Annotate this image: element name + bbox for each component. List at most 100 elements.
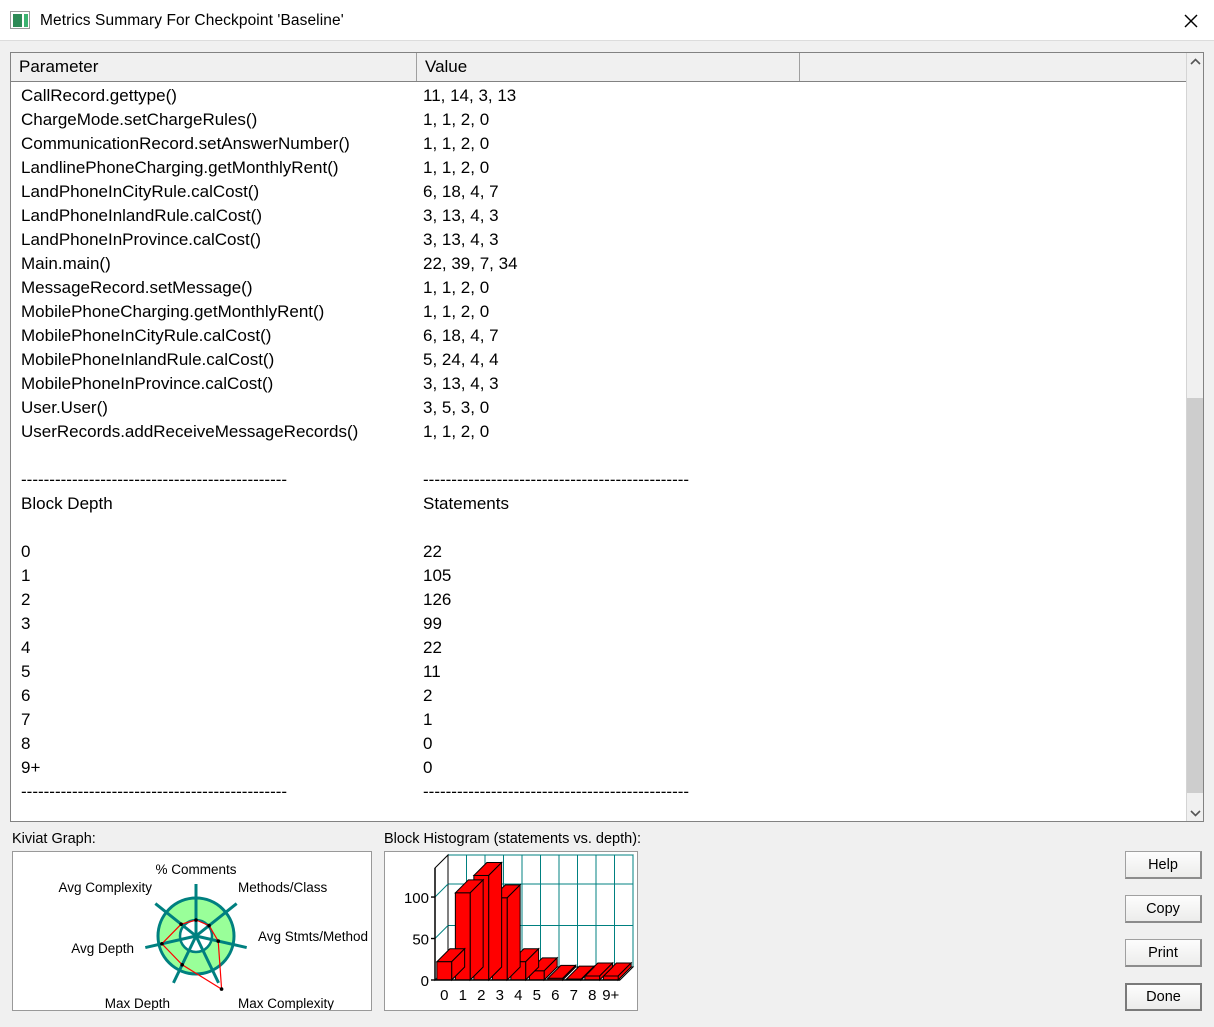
copy-button[interactable]: Copy xyxy=(1125,895,1202,923)
section-separator: ----------------------------------------… xyxy=(423,782,690,801)
statements-header: Statements xyxy=(423,494,509,513)
block-statements-value: 1 xyxy=(423,710,433,729)
metric-parameter: LandPhoneInProvince.calCost() xyxy=(21,230,262,249)
metric-value: 6, 18, 4, 7 xyxy=(423,182,499,201)
section-separator: ----------------------------------------… xyxy=(423,470,690,489)
metrics-report-panel[interactable]: Parameter Value CallRecord.gettype() 11, … xyxy=(10,52,1204,822)
histogram-x-tick-label: 0 xyxy=(440,987,448,1004)
block-depth-value: 1 xyxy=(21,566,31,585)
kiviat-axis-label: Methods/Class xyxy=(238,880,328,895)
metric-parameter: User.User() xyxy=(21,398,108,417)
kiviat-series-point xyxy=(219,987,224,991)
metric-value: 3, 13, 4, 3 xyxy=(423,230,499,249)
close-icon[interactable] xyxy=(1168,0,1214,41)
kiviat-series-point xyxy=(216,939,221,943)
metric-value: 22, 39, 7, 34 xyxy=(423,254,518,273)
histogram-x-tick-label: 1 xyxy=(459,987,467,1004)
metrics-window-icon xyxy=(10,11,30,29)
kiviat-axis-label: Max Complexity xyxy=(238,996,334,1010)
metric-parameter: CallRecord.gettype() xyxy=(21,86,177,105)
section-separator: ----------------------------------------… xyxy=(21,782,288,801)
kiviat-axis-label: Avg Stmts/Method xyxy=(258,929,368,944)
done-button[interactable]: Done xyxy=(1125,983,1202,1011)
block-depth-value: 9+ xyxy=(21,758,41,777)
block-statements-value: 11 xyxy=(423,662,441,681)
column-header-value[interactable]: Value xyxy=(417,53,800,81)
window-title: Metrics Summary For Checkpoint 'Baseline… xyxy=(40,11,344,29)
block-statements-value: 22 xyxy=(423,638,442,657)
metric-value: 3, 13, 4, 3 xyxy=(423,206,499,225)
metric-value: 1, 1, 2, 0 xyxy=(423,158,490,177)
kiviat-series-point xyxy=(207,923,211,928)
help-button[interactable]: Help xyxy=(1125,851,1202,879)
title-bar: Metrics Summary For Checkpoint 'Baseline… xyxy=(0,0,1214,41)
kiviat-series-point xyxy=(179,922,183,926)
chevron-up-icon[interactable] xyxy=(1187,53,1203,70)
section-separator: ----------------------------------------… xyxy=(21,470,288,489)
metric-parameter: UserRecords.addReceiveMessageRecords() xyxy=(21,422,359,441)
metric-value: 5, 24, 4, 4 xyxy=(423,350,499,369)
kiviat-axis-label: % Comments xyxy=(155,862,236,877)
metric-parameter: MobilePhoneInCityRule.calCost() xyxy=(21,326,272,345)
block-statements-value: 126 xyxy=(423,590,452,609)
metric-parameter: MobilePhoneCharging.getMonthlyRent() xyxy=(21,302,325,321)
metric-parameter: MobilePhoneInProvince.calCost() xyxy=(21,374,274,393)
kiviat-graph-label: Kiviat Graph: xyxy=(12,831,96,847)
block-statements-value: 99 xyxy=(423,614,442,633)
report-column-headers: Parameter Value xyxy=(11,53,1186,82)
block-statements-value: 0 xyxy=(423,734,433,753)
histogram-x-tick-label: 6 xyxy=(551,987,559,1004)
block-histogram-label: Block Histogram (statements vs. depth): xyxy=(384,831,642,847)
metric-parameter: LandPhoneInCityRule.calCost() xyxy=(21,182,260,201)
block-depth-value: 2 xyxy=(21,590,31,609)
metric-parameter: LandlinePhoneCharging.getMonthlyRent() xyxy=(21,158,339,177)
kiviat-series-point xyxy=(180,962,184,967)
kiviat-axis-label: Avg Depth xyxy=(71,941,134,956)
histogram-x-tick-label: 2 xyxy=(477,987,485,1004)
scrollbar-thumb[interactable] xyxy=(1187,398,1203,793)
chevron-down-icon[interactable] xyxy=(1187,804,1203,821)
block-depth-value: 7 xyxy=(21,710,31,729)
block-depth-value: 8 xyxy=(21,734,31,753)
histogram-x-tick-label: 7 xyxy=(570,987,578,1004)
metric-parameter: Main.main() xyxy=(21,254,111,273)
histogram-y-tick-label: 100 xyxy=(404,890,429,907)
report-body: CallRecord.gettype() 11, 14, 3, 13 ChargeM… xyxy=(11,82,1186,821)
histogram-y-tick-label: 50 xyxy=(412,932,429,949)
histogram-y-tick-label: 0 xyxy=(421,973,429,990)
metric-parameter: MessageRecord.setMessage() xyxy=(21,278,253,297)
block-statements-value: 22 xyxy=(423,542,442,561)
block-depth-value: 0 xyxy=(21,542,31,561)
histogram-x-tick-label: 3 xyxy=(496,987,504,1004)
histogram-x-tick-label: 9+ xyxy=(602,987,619,1004)
block-depth-value: 5 xyxy=(21,662,31,681)
block-statements-value: 2 xyxy=(423,686,433,705)
metric-value: 1, 1, 2, 0 xyxy=(423,422,490,441)
kiviat-series-point xyxy=(194,918,198,922)
kiviat-series-point xyxy=(160,941,164,946)
metric-parameter: CommunicationRecord.setAnswerNumber() xyxy=(21,134,350,153)
metric-value: 6, 18, 4, 7 xyxy=(423,326,499,345)
histogram-x-tick-label: 8 xyxy=(588,987,596,1004)
metric-parameter: LandPhoneInlandRule.calCost() xyxy=(21,206,262,225)
block-depth-value: 3 xyxy=(21,614,31,633)
block-statements-value: 105 xyxy=(423,566,452,585)
metric-parameter: MobilePhoneInlandRule.calCost() xyxy=(21,350,275,369)
metric-value: 1, 1, 2, 0 xyxy=(423,110,490,129)
block-depth-header: Block Depth xyxy=(21,494,113,513)
column-header-blank[interactable] xyxy=(800,53,1186,81)
kiviat-axis-label: Avg Complexity xyxy=(58,880,152,895)
print-button[interactable]: Print xyxy=(1125,939,1202,967)
metric-parameter: ChargeMode.setChargeRules() xyxy=(21,110,258,129)
metric-value: 3, 5, 3, 0 xyxy=(423,398,490,417)
metric-value: 11, 14, 3, 13 xyxy=(423,86,517,105)
block-statements-value: 0 xyxy=(423,758,433,777)
metrics-summary-dialog: Metrics Summary For Checkpoint 'Baseline… xyxy=(0,0,1214,1027)
metric-value: 1, 1, 2, 0 xyxy=(423,134,490,153)
kiviat-axis-label: Max Depth xyxy=(105,996,170,1010)
metric-value: 1, 1, 2, 0 xyxy=(423,302,490,321)
column-header-parameter[interactable]: Parameter xyxy=(11,53,417,81)
histogram-x-tick-label: 5 xyxy=(533,987,541,1004)
metric-value: 1, 1, 2, 0 xyxy=(423,278,490,297)
report-vertical-scrollbar[interactable] xyxy=(1186,53,1203,821)
